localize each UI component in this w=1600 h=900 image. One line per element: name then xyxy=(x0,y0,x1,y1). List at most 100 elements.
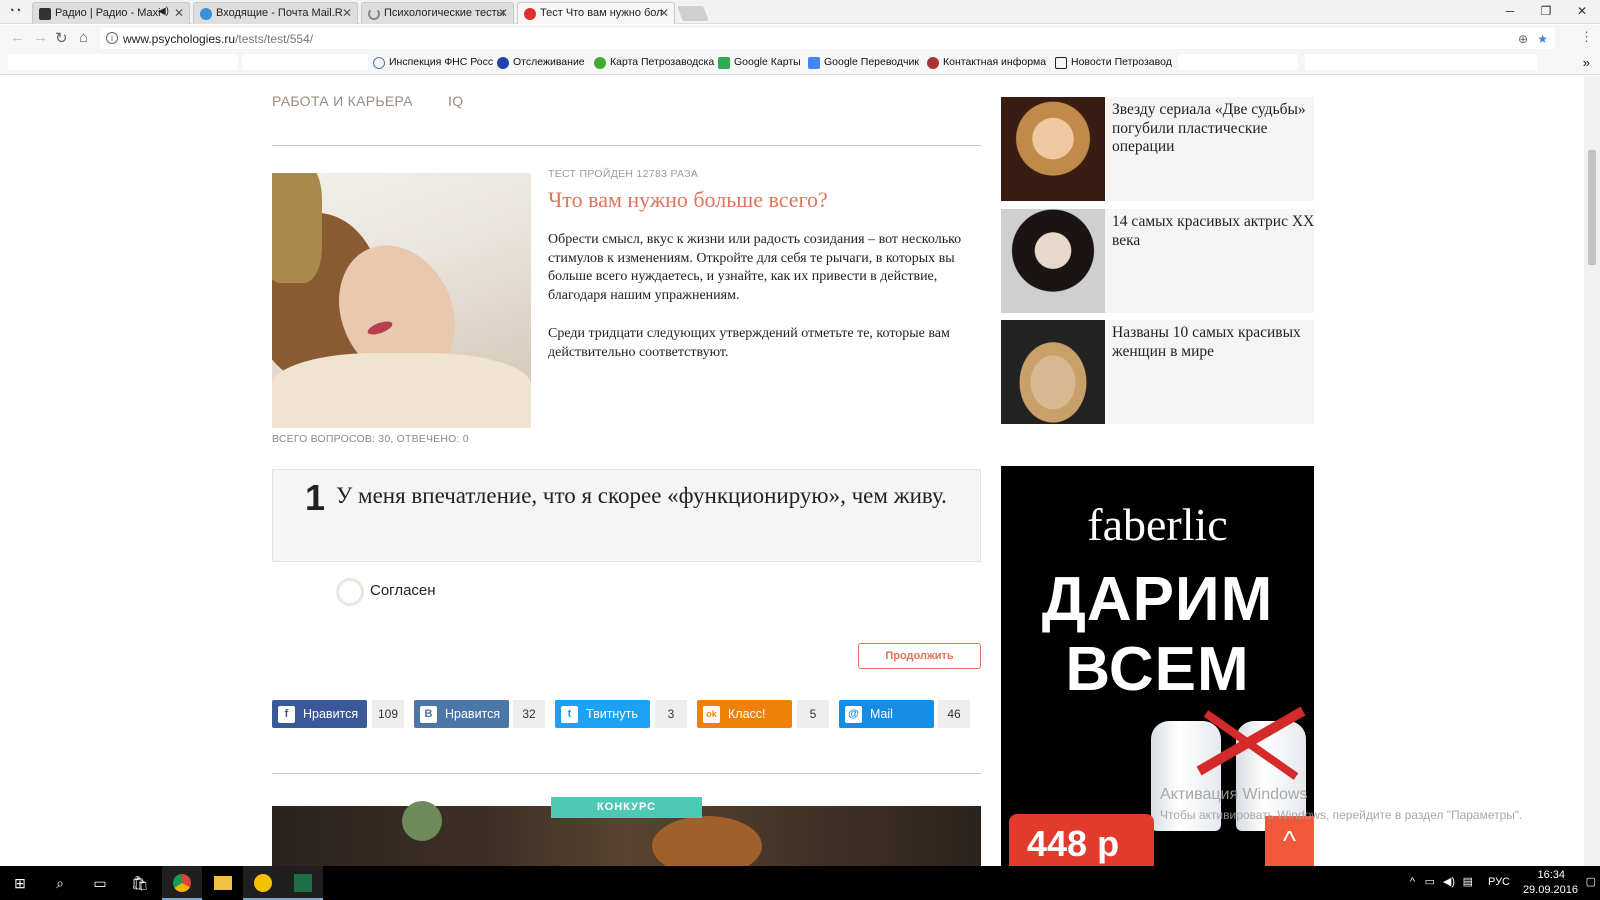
bookmark-item[interactable]: Карта Петрозаводска xyxy=(594,56,715,69)
category-link-iq[interactable]: IQ xyxy=(448,93,463,109)
loading-icon xyxy=(368,8,380,20)
question-counter: ВСЕГО ВОПРОСОВ: 30, ОТВЕЧЕНО: 0 xyxy=(272,433,469,445)
bookmark-item[interactable]: Инспекция ФНС Росс xyxy=(373,56,494,69)
facebook-like-button[interactable]: f Нравится xyxy=(272,700,367,728)
chrome-icon xyxy=(173,874,191,892)
back-icon[interactable]: ← xyxy=(10,29,25,46)
task-view-icon[interactable]: ▭ xyxy=(80,866,120,900)
windows-activation-text: Чтобы активировать Windows, перейдите в … xyxy=(1160,808,1523,822)
odnoklassniki-class-button[interactable]: ok Класс! xyxy=(697,700,792,728)
more-bookmarks-icon[interactable]: » xyxy=(1583,55,1590,70)
incognito-icon: ◔◔ xyxy=(8,5,22,17)
google-maps-icon xyxy=(718,57,730,69)
continue-button[interactable]: Продолжить xyxy=(858,643,981,669)
category-link-career[interactable]: РАБОТА И КАРЬЕРА xyxy=(272,93,413,109)
article-title: Названы 10 самых красивых женщин в мире xyxy=(1112,324,1301,360)
home-icon[interactable]: ⌂ xyxy=(79,29,88,46)
bookmark-item[interactable]: Google Переводчик xyxy=(808,56,919,69)
store-icon[interactable]: 🛍 xyxy=(120,866,160,900)
bookmark-label: Новости Петрозавод xyxy=(1071,56,1172,68)
article-title: Звезду сериала «Две судьбы» погубили пла… xyxy=(1112,101,1306,155)
bookmark-item[interactable]: Отслеживание xyxy=(497,56,585,69)
speaker-icon: ◀) xyxy=(157,6,169,17)
action-center-icon[interactable]: ▢ xyxy=(1586,875,1596,888)
new-tab-button[interactable] xyxy=(677,6,709,21)
scrollbar-thumb[interactable] xyxy=(1588,150,1596,265)
map-icon xyxy=(594,57,606,69)
file-explorer-icon[interactable] xyxy=(203,866,243,900)
tray-chevron-icon[interactable]: ^ xyxy=(1410,876,1415,888)
1c-taskbar-icon[interactable] xyxy=(243,866,283,900)
close-tab-icon[interactable]: ✕ xyxy=(174,6,184,20)
article-thumbnail xyxy=(1001,209,1105,313)
contest-badge[interactable]: КОНКУРС xyxy=(551,797,702,818)
search-icon[interactable]: ⌕ xyxy=(40,866,80,900)
twitter-tweet-button[interactable]: t Твитнуть xyxy=(555,700,650,728)
mailru-share-button[interactable]: @ Mail xyxy=(839,700,934,728)
test-intro: Обрести смысл, вкус к жизни или радость … xyxy=(548,232,962,303)
restore-icon[interactable]: ❐ xyxy=(1528,0,1564,24)
clock-time[interactable]: 16:34 xyxy=(1537,869,1565,881)
bookmark-label: Google Карты xyxy=(734,56,801,68)
teaser-bowl xyxy=(402,801,442,841)
windows-taskbar: ⊞ ⌕ ▭ 🛍 ^ ▭ ◀) ▤ РУС 16:34 29.09.2016 ▢ xyxy=(0,866,1600,900)
news-icon xyxy=(1055,57,1067,69)
info-icon[interactable]: i xyxy=(106,32,118,44)
browser-tab[interactable]: Психологические тесты ✕ xyxy=(361,2,514,24)
bookmark-label: Карта Петрозаводска xyxy=(610,56,715,68)
bookmark-star-icon[interactable]: ★ xyxy=(1537,29,1548,49)
divider xyxy=(272,773,981,774)
reload-icon[interactable]: ↻ xyxy=(55,29,68,47)
sidebar-article[interactable]: Названы 10 самых красивых женщин в мире xyxy=(1001,320,1314,424)
test-instructions: Среди тридцати следующих утверждений отм… xyxy=(548,326,950,360)
answer-label[interactable]: Согласен xyxy=(370,582,436,599)
zoom-icon[interactable]: ⊕ xyxy=(1518,29,1528,49)
close-tab-icon[interactable]: ✕ xyxy=(659,6,669,20)
notification-icon[interactable]: ▤ xyxy=(1463,875,1473,888)
faberlic-ad-banner[interactable]: faberlic ДАРИМ ВСЕМ 448 р ^ xyxy=(1001,466,1314,866)
start-icon[interactable]: ⊞ xyxy=(0,866,40,900)
mailru-icon: @ xyxy=(845,706,862,723)
tracking-icon xyxy=(497,57,509,69)
address-bar[interactable]: i www.psychologies.ru/tests/test/554/ ⊕ … xyxy=(100,28,1555,49)
sidebar-article[interactable]: Звезду сериала «Две судьбы» погубили пла… xyxy=(1001,97,1314,201)
forward-icon[interactable]: → xyxy=(33,29,48,46)
teaser-plate xyxy=(652,816,762,866)
contact-icon xyxy=(927,57,939,69)
bookmark-item[interactable]: Новости Петрозавод xyxy=(1055,56,1172,69)
bookmark-label: Инспекция ФНС Росс xyxy=(389,56,494,68)
scroll-to-top-button[interactable]: ^ xyxy=(1265,816,1314,866)
page-scrollbar[interactable] xyxy=(1584,76,1600,866)
bookmark-item[interactable]: Google Карты xyxy=(718,56,801,69)
sidebar-article[interactable]: 14 самых красивых актрис XX века xyxy=(1001,209,1314,313)
article-thumbnail xyxy=(1001,320,1105,424)
window-controls: ─ ❐ ✕ xyxy=(1492,0,1600,24)
share-label: Твитнуть xyxy=(586,707,638,721)
volume-icon[interactable]: ◀) xyxy=(1443,875,1455,888)
share-count: 32 xyxy=(513,700,545,728)
excel-taskbar-icon[interactable] xyxy=(283,866,323,900)
bookmark-label: Google Переводчик xyxy=(824,56,919,68)
close-tab-icon[interactable]: ✕ xyxy=(498,6,508,20)
question-number: 1 xyxy=(305,477,326,518)
browser-tab[interactable]: Входящие - Почта Mail.R ✕ xyxy=(193,2,358,24)
share-label: Нравится xyxy=(303,707,359,721)
facebook-icon: f xyxy=(278,706,295,723)
network-icon[interactable]: ▭ xyxy=(1425,875,1435,888)
browser-tab-active[interactable]: Тест Что вам нужно бол ✕ xyxy=(517,2,675,24)
chrome-taskbar-icon[interactable] xyxy=(162,866,202,900)
vk-like-button[interactable]: B Нравится xyxy=(414,700,509,728)
minimize-icon[interactable]: ─ xyxy=(1492,0,1528,24)
vk-icon: B xyxy=(420,706,437,723)
answer-radio[interactable] xyxy=(336,578,364,606)
odnoklassniki-icon: ok xyxy=(703,706,720,723)
close-tab-icon[interactable]: ✕ xyxy=(342,6,352,20)
browser-tab[interactable]: Радио | Радио - Maxi ◀) ✕ xyxy=(32,2,190,24)
language-indicator[interactable]: РУС xyxy=(1488,876,1510,888)
close-icon[interactable]: ✕ xyxy=(1564,0,1600,24)
share-label: Mail xyxy=(870,707,893,721)
bookmarks-bar: Инспекция ФНС Росс Отслеживание Карта Пе… xyxy=(0,52,1600,75)
clock-date[interactable]: 29.09.2016 xyxy=(1523,884,1578,896)
menu-icon[interactable]: ⋮ xyxy=(1580,29,1593,45)
bookmark-item[interactable]: Контактная информа xyxy=(927,56,1046,69)
